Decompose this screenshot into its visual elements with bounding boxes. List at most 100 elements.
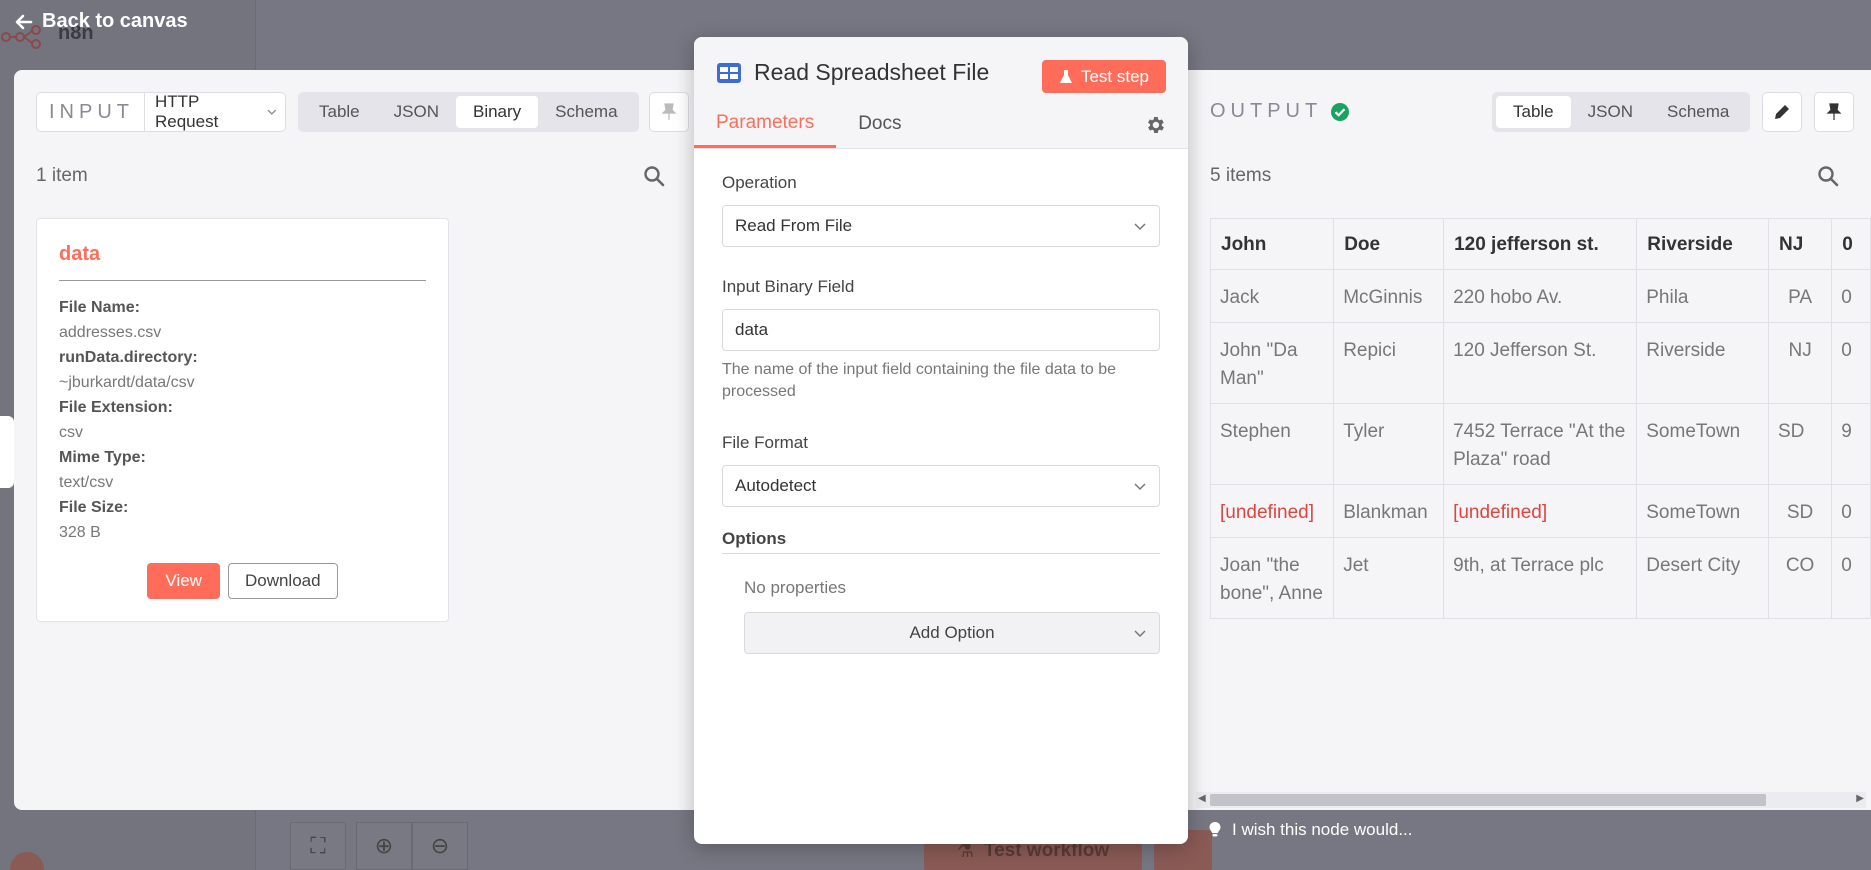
scroll-left-icon[interactable]: ◀ — [1198, 793, 1206, 804]
output-tab-table[interactable]: Table — [1496, 96, 1571, 128]
feedback-link[interactable]: I wish this node would... — [1208, 820, 1412, 840]
table-cell: CO — [1767, 537, 1833, 619]
field-key: File Name: — [59, 299, 140, 316]
node-header: Read Spreadsheet File Test step Paramete… — [694, 37, 1188, 149]
output-pin-button[interactable] — [1814, 92, 1855, 132]
back-to-canvas-link[interactable]: Back to canvas — [14, 10, 188, 33]
file-format-label: File Format — [722, 433, 808, 452]
left-edge-handle[interactable] — [0, 416, 14, 488]
table-cell: 220 hobo Av. — [1443, 269, 1638, 323]
table-cell-undefined: [undefined] — [1210, 484, 1335, 538]
operation-label: Operation — [722, 173, 797, 192]
output-table-wrap: John Doe 120 jefferson st. Riverside NJ … — [1210, 218, 1871, 646]
gear-icon[interactable] — [1144, 114, 1166, 136]
pin-icon — [1826, 103, 1842, 120]
field-value: ~jburkardt/data/csv — [59, 374, 195, 391]
operation-select[interactable]: Read From File — [722, 205, 1160, 247]
column-header: 120 jefferson st. — [1443, 218, 1638, 270]
view-button[interactable]: View — [147, 563, 220, 599]
output-items-count: 5 items — [1210, 165, 1272, 186]
input-pin-button[interactable] — [648, 92, 689, 132]
output-label-wrap: OUTPUT — [1210, 100, 1350, 123]
table-cell: John "Da Man" — [1210, 322, 1335, 404]
table-row: John "Da Man" Repici 120 Jefferson St. R… — [1210, 322, 1871, 404]
arrow-left-icon — [15, 14, 33, 29]
tab-parameters[interactable]: Parameters — [694, 100, 837, 148]
test-step-button[interactable]: Test step — [1041, 60, 1166, 93]
edit-output-button[interactable] — [1762, 92, 1803, 132]
table-cell: 0 — [1831, 537, 1871, 619]
table-row: Stephen Tyler 7452 Terrace "At the Plaza… — [1210, 403, 1871, 485]
table-cell: 0 — [1831, 322, 1871, 404]
table-cell: 9 — [1831, 403, 1871, 485]
binary-field-input[interactable]: data — [722, 309, 1160, 351]
binary-field-hint: The name of the input field containing t… — [722, 361, 1117, 400]
input-source-select[interactable]: HTTP Request — [145, 92, 285, 132]
table-cell: Desert City — [1636, 537, 1769, 619]
success-check-icon — [1331, 102, 1350, 121]
output-panel: OUTPUT Table JSON Schema 5 items John Do… — [1186, 70, 1871, 810]
field-value: addresses.csv — [59, 324, 162, 341]
node-title[interactable]: Read Spreadsheet File — [754, 59, 989, 86]
chevron-down-icon — [267, 109, 277, 115]
binary-data-card: data File Name: addresses.csv runData.di… — [36, 218, 449, 622]
chevron-down-icon — [1134, 630, 1146, 638]
input-tab-schema[interactable]: Schema — [538, 96, 634, 128]
field-key: runData.directory: — [59, 349, 198, 366]
node-parameters: Operation Read From File Input Binary Fi… — [694, 149, 1188, 678]
output-horizontal-scrollbar[interactable]: ◀ ▶ — [1196, 792, 1866, 808]
table-cell: Repici — [1333, 322, 1445, 404]
input-tab-binary[interactable]: Binary — [455, 96, 539, 128]
chevron-down-icon — [1134, 483, 1146, 491]
input-items-count: 1 item — [36, 165, 88, 186]
column-header: Doe — [1333, 218, 1445, 270]
output-tab-json[interactable]: JSON — [1571, 96, 1650, 128]
output-header: OUTPUT — [1210, 100, 1350, 123]
search-icon[interactable] — [642, 164, 666, 188]
add-option-button[interactable]: Add Option — [744, 612, 1160, 654]
input-tab-json[interactable]: JSON — [377, 96, 456, 128]
table-cell: 9th, at Terrace plc — [1443, 537, 1638, 619]
input-source-box: INPUT HTTP Request — [36, 92, 286, 132]
binary-field-label: Input Binary Field — [722, 277, 855, 296]
search-icon[interactable] — [1816, 164, 1840, 188]
table-cell: 0 — [1831, 269, 1871, 323]
output-tab-schema[interactable]: Schema — [1650, 96, 1746, 128]
table-cell: 0 — [1831, 484, 1871, 538]
flask-icon — [1059, 69, 1072, 83]
output-view-tabs: Table JSON Schema — [1492, 92, 1751, 132]
table-cell: Jack — [1210, 269, 1335, 323]
lightbulb-icon — [1209, 822, 1221, 837]
table-cell: PA — [1767, 269, 1833, 323]
file-format-select[interactable]: Autodetect — [722, 465, 1160, 507]
input-panel: INPUT HTTP Request Table JSON Binary Sch… — [14, 70, 696, 810]
canvas-toolbar: ⛶ ⊕ ⊖ — [290, 822, 468, 870]
field-key: File Size: — [59, 499, 129, 516]
pencil-icon — [1775, 105, 1790, 119]
spreadsheet-icon — [717, 62, 741, 83]
node-settings-panel: Read Spreadsheet File Test step Paramete… — [694, 37, 1188, 844]
download-button[interactable]: Download — [227, 563, 338, 599]
zoom-to-fit-icon[interactable]: ⛶ — [290, 822, 346, 870]
column-header: Riverside — [1636, 218, 1769, 270]
input-label: INPUT — [37, 93, 145, 131]
output-label: OUTPUT — [1210, 100, 1323, 122]
chevron-down-icon — [1134, 223, 1146, 231]
input-tab-table[interactable]: Table — [302, 96, 377, 128]
column-header: John — [1210, 218, 1335, 270]
table-cell: NJ — [1767, 322, 1833, 404]
table-row: Jack McGinnis 220 hobo Av. Phila PA 0 — [1210, 269, 1871, 323]
table-cell: SomeTown — [1636, 484, 1769, 538]
table-cell: McGinnis — [1333, 269, 1445, 323]
table-cell: Stephen — [1210, 403, 1335, 485]
zoom-out-icon[interactable]: ⊖ — [412, 822, 468, 870]
options-label: Options — [722, 529, 1160, 554]
table-header-row: John Doe 120 jefferson st. Riverside NJ … — [1210, 218, 1871, 270]
table-cell: SD — [1767, 403, 1833, 485]
zoom-in-icon[interactable]: ⊕ — [356, 822, 412, 870]
scrollbar-thumb[interactable] — [1210, 794, 1766, 806]
table-cell: Joan "the bone", Anne — [1210, 537, 1335, 619]
scroll-right-icon[interactable]: ▶ — [1856, 793, 1864, 804]
column-header: 0 — [1831, 218, 1871, 270]
tab-docs[interactable]: Docs — [836, 100, 923, 148]
